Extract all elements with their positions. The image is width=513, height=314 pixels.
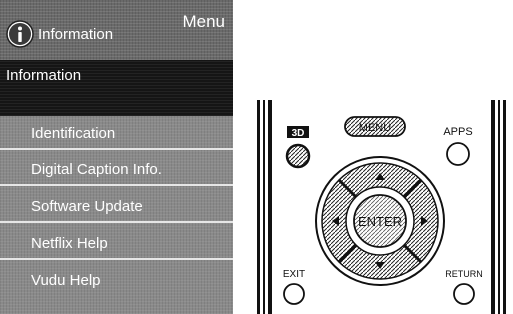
menu-button-label: MENU	[359, 122, 391, 134]
remote-control-illustration: 3D MENU APPS ENTER EXIT RETURN	[255, 100, 513, 314]
menu-item-label: Software Update	[31, 198, 143, 215]
menu-corner-label: Menu	[182, 12, 225, 31]
menu-item-software-update[interactable]: Software Update	[0, 189, 233, 223]
menu-item-label: Digital Caption Info.	[31, 161, 162, 178]
header-title: Information	[38, 26, 114, 43]
apps-button-label: APPS	[443, 126, 472, 138]
menu-item-information-selected[interactable]: Information	[0, 60, 233, 116]
enter-button-label: ENTER	[358, 214, 402, 229]
menu-item-label: Identification	[31, 125, 116, 142]
menu-item-digital-caption-info[interactable]: Digital Caption Info.	[0, 152, 233, 186]
exit-button[interactable]: EXIT	[283, 269, 305, 305]
3d-button[interactable]: 3D	[285, 126, 311, 169]
menu-item-label: Vudu Help	[31, 272, 101, 289]
menu-item-netflix-help[interactable]: Netflix Help	[0, 226, 233, 260]
menu-item-identification[interactable]: Identification	[0, 116, 233, 150]
info-icon	[6, 20, 34, 48]
return-button[interactable]: RETURN	[445, 269, 483, 305]
menu-button[interactable]: MENU	[344, 116, 406, 137]
selected-item-label: Information	[6, 67, 82, 84]
return-button-label: RETURN	[445, 269, 483, 279]
3d-button-label: 3D	[292, 128, 305, 139]
menu-item-vudu-help[interactable]: Vudu Help	[0, 263, 233, 299]
menu-item-label: Netflix Help	[31, 235, 108, 252]
menu-header: Information Menu	[0, 0, 233, 60]
menu-panel: Information Menu Information Identificat…	[0, 0, 233, 314]
enter-button[interactable]: ENTER	[353, 194, 407, 248]
exit-button-label: EXIT	[283, 269, 305, 280]
apps-button[interactable]: APPS	[443, 126, 473, 166]
